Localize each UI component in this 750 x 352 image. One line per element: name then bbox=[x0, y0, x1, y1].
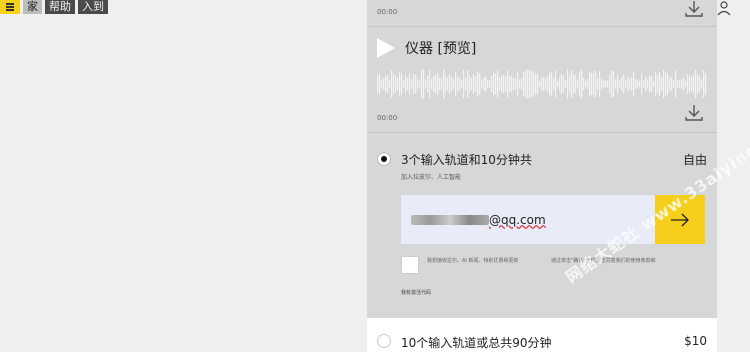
hamburger-icon bbox=[6, 6, 14, 8]
divider bbox=[367, 26, 717, 27]
track2-title: 仪器 [预览] bbox=[405, 41, 477, 57]
plan-title-free: 3个输入轨道和10分钟共 bbox=[401, 153, 532, 167]
plan-radio-free[interactable] bbox=[377, 152, 391, 166]
track2-time: 00:00 bbox=[377, 114, 398, 122]
download-icon[interactable] bbox=[685, 0, 703, 18]
email-masked bbox=[411, 214, 489, 225]
nav-help-button[interactable]: 帮助 bbox=[45, 0, 75, 14]
user-icon[interactable] bbox=[716, 0, 732, 16]
plan-price-paid: $10 bbox=[684, 334, 707, 348]
plan-radio-paid[interactable] bbox=[377, 334, 391, 348]
nav-login-button[interactable]: 入到 bbox=[78, 0, 108, 14]
newsletter-checkbox[interactable] bbox=[401, 256, 419, 274]
divider bbox=[367, 132, 717, 133]
email-suffix: @qq.com bbox=[489, 212, 546, 227]
waveform[interactable] bbox=[377, 68, 707, 100]
track1-time: 00:00 bbox=[377, 8, 398, 16]
newsletter-label: 我想接收拉尔、AI 新闻、特别优惠和更新 bbox=[427, 258, 519, 264]
plan-title-paid: 10个输入轨道或总共90分钟 bbox=[401, 336, 552, 350]
menu-button[interactable] bbox=[0, 0, 20, 14]
upload-panel: 00:00 仪器 [预览] 00:00 3个输入轨道和10分钟共 自由 加入拉皮… bbox=[367, 0, 717, 352]
top-nav: 家 帮助 入到 bbox=[0, 0, 108, 14]
activation-code-link[interactable]: 我有激活代码 bbox=[401, 289, 431, 296]
download-icon[interactable] bbox=[685, 104, 703, 122]
nav-home-button[interactable]: 家 bbox=[23, 0, 42, 14]
plan-price-free: 自由 bbox=[682, 153, 707, 167]
play-icon[interactable] bbox=[377, 38, 395, 58]
plan-subtitle: 加入拉皮尔、人工智能 bbox=[401, 174, 462, 181]
plan-card-paid[interactable]: 10个输入轨道或总共90分钟 $10 bbox=[367, 318, 717, 352]
